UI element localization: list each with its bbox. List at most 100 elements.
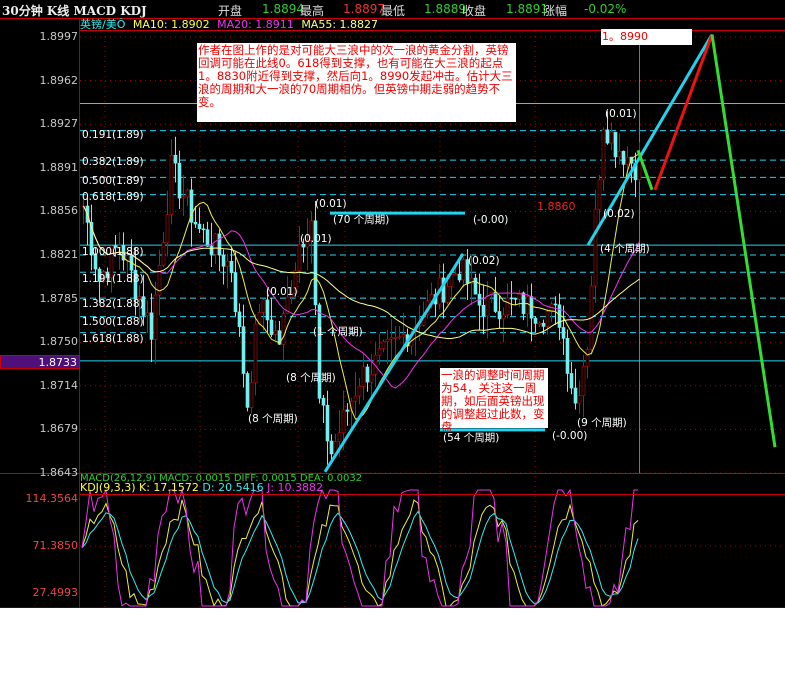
candle-body <box>329 440 334 455</box>
kdj-name: KDJ(9,3,3) <box>80 481 136 494</box>
candle-body <box>401 334 406 338</box>
price-axis-tick: 1.8821 <box>39 248 79 261</box>
candle-body <box>341 409 346 434</box>
fib-label: 1.191(1.88) <box>82 273 144 285</box>
candle-body <box>201 228 206 231</box>
candle-body <box>621 150 626 165</box>
candle-body <box>365 366 370 383</box>
candle-body <box>337 432 342 442</box>
open-label: 开盘 <box>218 4 243 18</box>
candle-body <box>173 154 178 164</box>
candle-body <box>269 319 274 335</box>
fib-label: 0.191(1.89) <box>82 129 144 141</box>
level-label: 1.8860 <box>537 200 576 213</box>
candle-body <box>473 277 478 295</box>
price-axis-tick: 1.8679 <box>39 422 79 436</box>
candle-body <box>361 366 366 387</box>
candle-body <box>209 246 214 255</box>
candle-body <box>605 129 610 144</box>
low-label: 最低 <box>381 4 406 18</box>
candle-body <box>389 337 394 340</box>
candle-body <box>565 338 570 374</box>
kdj-axis-top: 114.3564 <box>25 492 79 505</box>
candle-body <box>525 296 530 315</box>
wave-label: (-0.00) <box>473 214 509 226</box>
wave-label: (0.01) <box>266 286 298 298</box>
candle-body <box>185 189 190 198</box>
kdj-d: D: 20.5416 <box>202 481 264 494</box>
candle-body <box>369 373 374 383</box>
candle-body <box>613 131 618 158</box>
change-label: 涨幅 <box>543 4 568 18</box>
candle-body <box>505 297 510 316</box>
high-label: 最高 <box>300 4 325 18</box>
low-value: 1.8889 <box>424 2 466 16</box>
candle-body <box>197 223 202 230</box>
fib-label: 0.618(1.89) <box>82 191 144 203</box>
candle-body <box>393 336 398 339</box>
wave-label: (1 个周期) <box>313 326 363 338</box>
candle-body <box>481 304 486 317</box>
candle-body <box>593 208 598 287</box>
kdj-j: J: 10.3882 <box>267 481 324 494</box>
candle-body <box>169 154 174 215</box>
price-axis-tick: 1.8962 <box>39 73 79 87</box>
ma20-value: MA20: 1.8911 <box>217 18 294 31</box>
candle-body <box>233 272 238 313</box>
wave-label: (0.02) <box>468 255 500 267</box>
wave-label: (9 个周期) <box>577 417 627 429</box>
candle-body <box>541 323 546 327</box>
candle-body <box>561 327 566 339</box>
candle-body <box>273 330 278 335</box>
wave-label: (0.01) <box>300 233 332 245</box>
wave-label: (54 个周期) <box>443 432 500 444</box>
candle-body <box>181 196 186 199</box>
kdj-k: K: 17.1572 <box>139 481 199 494</box>
price-axis-tick: 1.8927 <box>39 117 79 131</box>
kdj-axis-low: 27.4993 <box>32 586 79 599</box>
candle-body <box>545 311 550 327</box>
wave-label: (4 个周期) <box>600 243 650 255</box>
candle-body <box>529 296 534 319</box>
candle-body <box>353 395 358 402</box>
candle-body <box>325 404 330 442</box>
wave-label: (0.01) <box>605 108 637 120</box>
candle-body <box>357 385 362 397</box>
ma10-value: MA10: 1.8902 <box>132 18 210 31</box>
candle-body <box>153 294 158 340</box>
candle-body <box>385 338 390 342</box>
candle-body <box>261 299 266 313</box>
ma55-value: MA55: 1.8827 <box>301 18 379 31</box>
high-value: 1.8897 <box>343 2 385 16</box>
candle-body <box>321 397 326 406</box>
price-axis-tick: 1.8750 <box>39 335 79 349</box>
candle-body <box>165 214 170 244</box>
candle-body <box>597 179 602 210</box>
candle-body <box>513 297 518 300</box>
candle-body <box>149 312 154 340</box>
candle-body <box>225 260 230 267</box>
candle-body <box>497 311 502 320</box>
candle-body <box>581 365 586 396</box>
candle-body <box>193 222 198 225</box>
candle-body <box>161 242 166 266</box>
candle-body <box>533 317 538 324</box>
candle-body <box>625 156 630 165</box>
candle-body <box>457 273 462 281</box>
fib-label: 1.000(1.88) <box>82 246 144 258</box>
chart-title: 30分钟 K线 MACD KDJ <box>2 4 147 18</box>
kdj-axis-mid: 71.3850 <box>32 539 79 552</box>
candle-body <box>297 243 302 272</box>
candle-body <box>573 387 578 404</box>
price-axis-tick: 1.8643 <box>39 466 79 479</box>
kdj-bar: KDJ(9,3,3) K: 17.1572 D: 20.5416 J: 10.3… <box>80 482 785 495</box>
candle-body <box>145 312 150 316</box>
current-price-tag: 1.8733 <box>0 355 80 369</box>
wave-label: (0.02) <box>603 208 635 220</box>
fib-label: 0.500(1.89) <box>82 175 144 187</box>
candle-body <box>445 286 450 303</box>
candle-body <box>345 409 350 412</box>
candle-body <box>241 326 246 374</box>
fib-label: 1.618(1.88) <box>82 333 144 345</box>
change-value: -0.02% <box>584 2 627 16</box>
